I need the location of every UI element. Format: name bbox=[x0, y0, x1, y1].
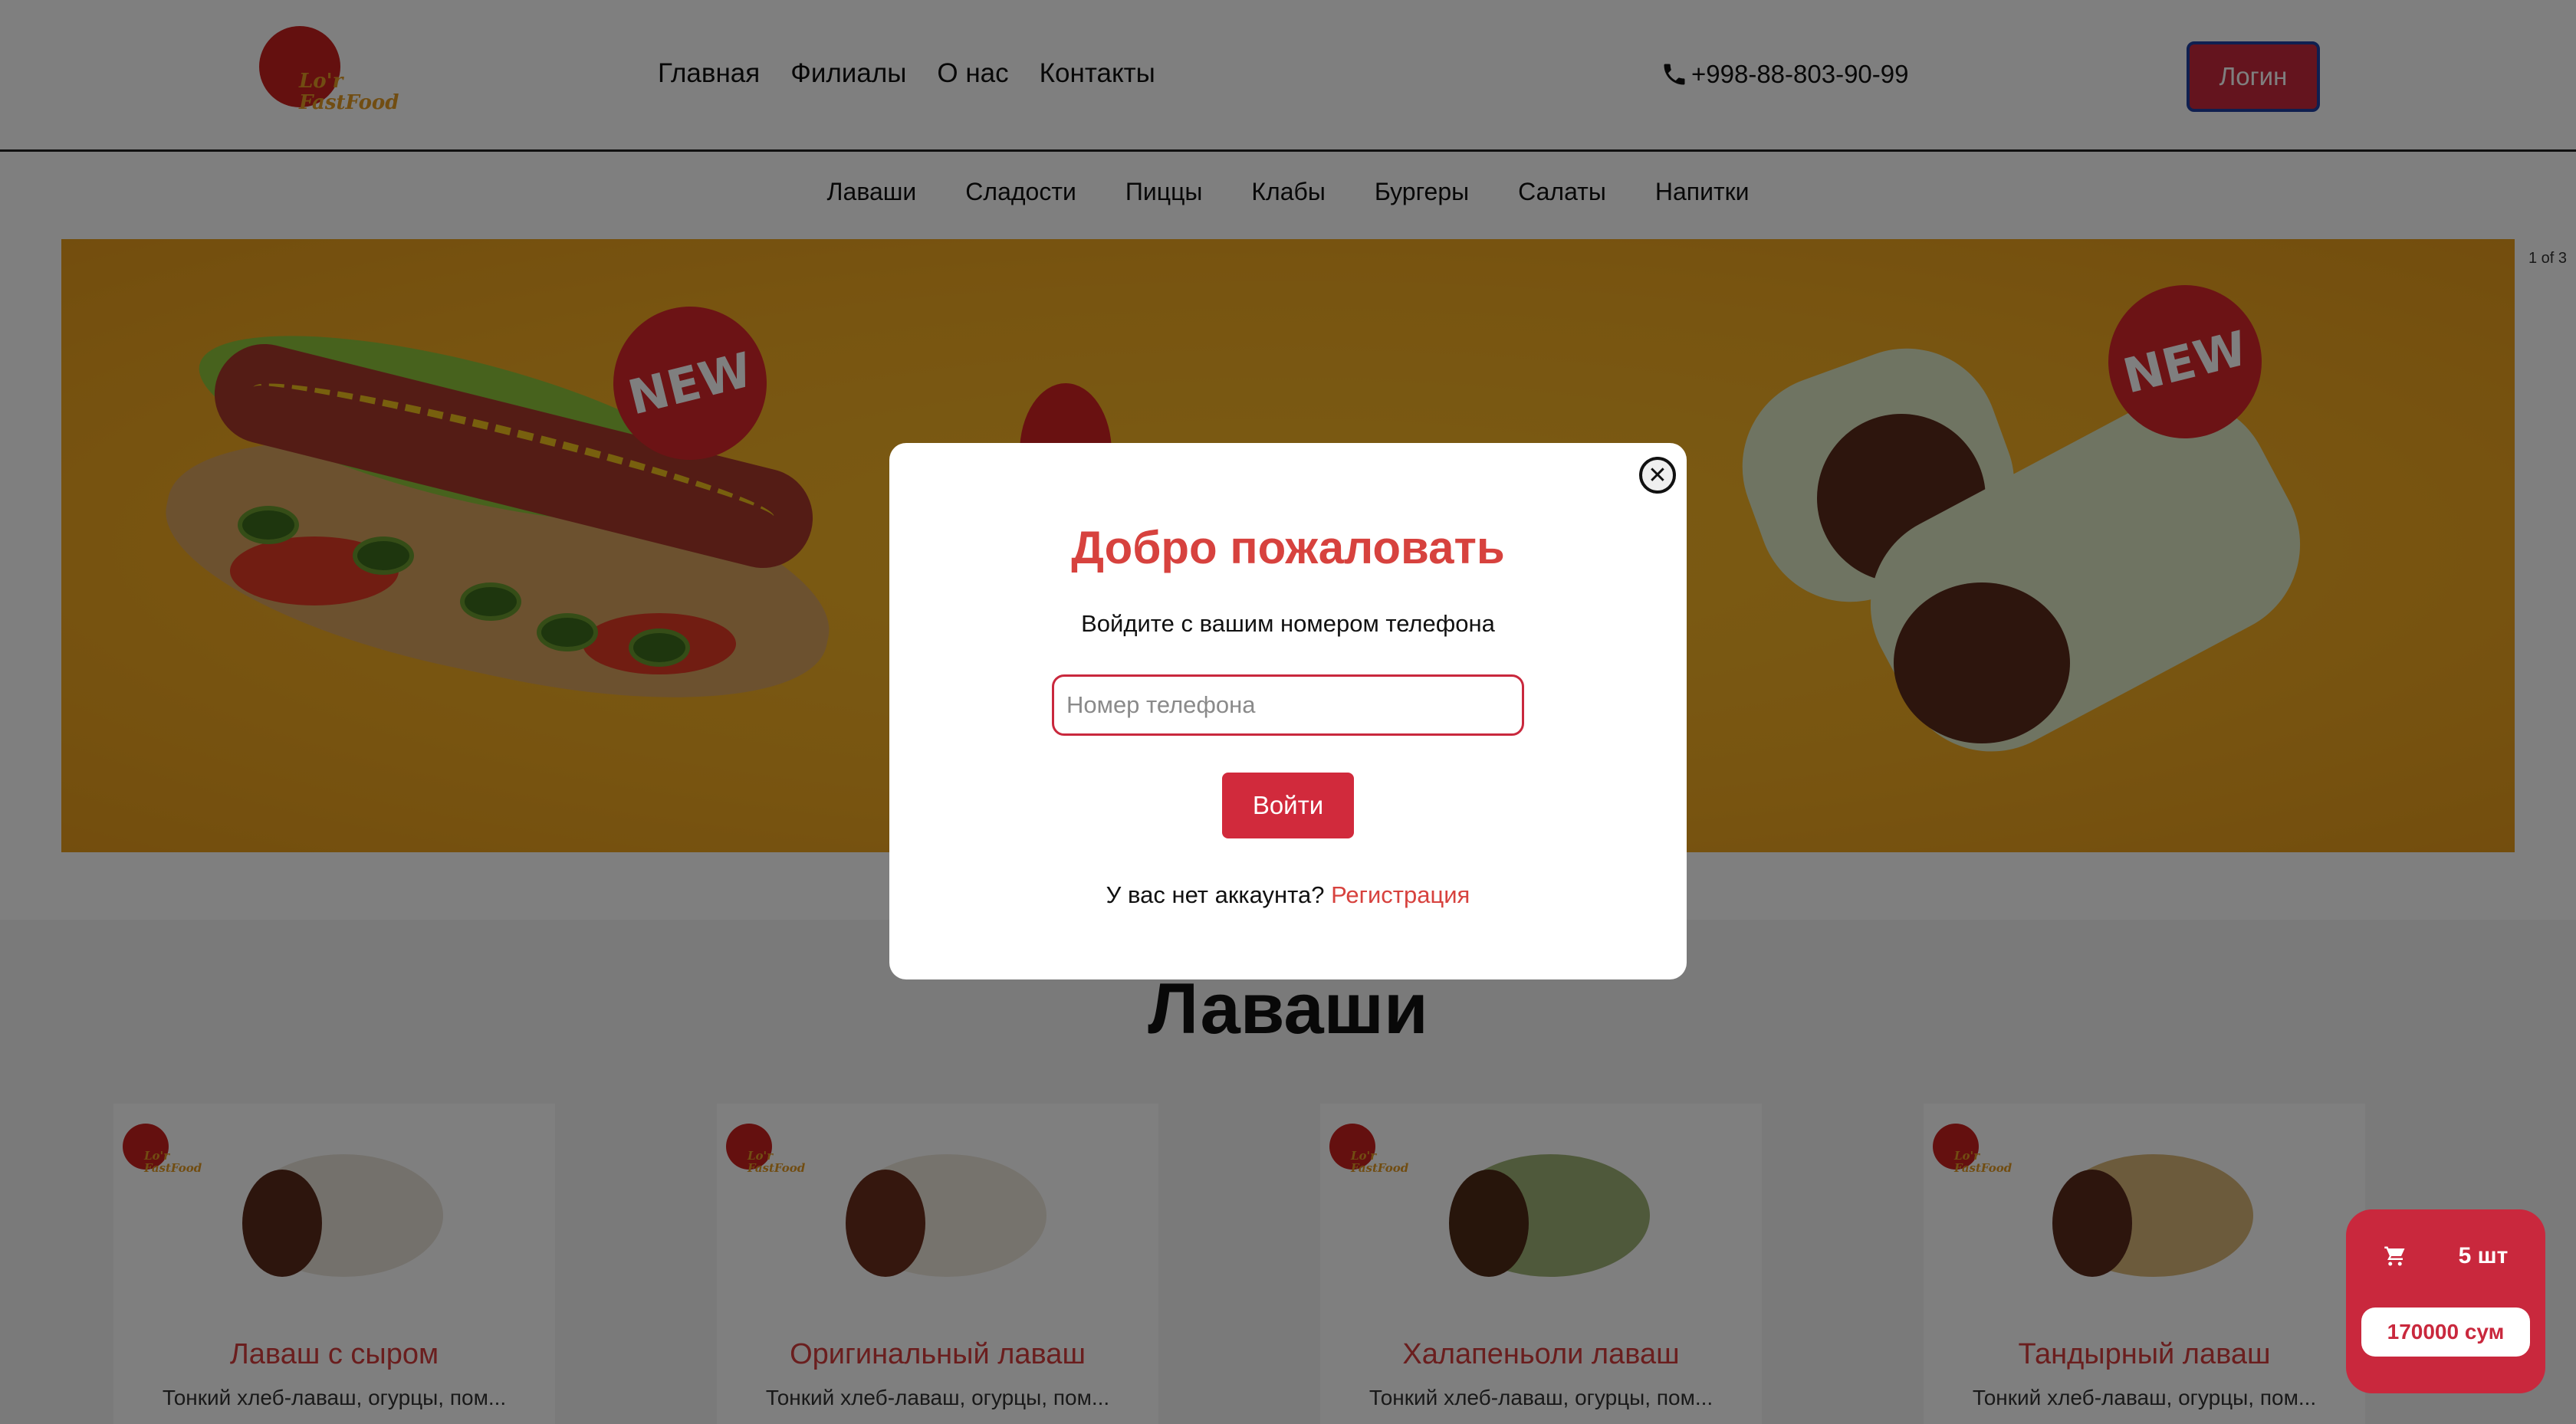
cart-icon bbox=[2384, 1246, 2405, 1266]
phone-number-input[interactable] bbox=[1052, 674, 1524, 736]
login-modal: ✕ Добро пожаловать Войдите с вашим номер… bbox=[889, 443, 1687, 979]
modal-subtitle: Войдите с вашим номером телефона bbox=[1081, 610, 1495, 637]
signup-prompt-text: У вас нет аккаунта? bbox=[1106, 881, 1332, 908]
modal-title: Добро пожаловать bbox=[1071, 522, 1505, 573]
cart-widget[interactable]: 5 шт 170000 сум bbox=[2346, 1209, 2545, 1393]
cart-count: 5 шт bbox=[2458, 1243, 2509, 1268]
signup-link[interactable]: Регистрация bbox=[1331, 881, 1470, 908]
login-submit-button[interactable]: Войти bbox=[1222, 773, 1354, 838]
close-icon: ✕ bbox=[1648, 462, 1668, 488]
close-modal-button[interactable]: ✕ bbox=[1639, 457, 1676, 494]
cart-summary: 5 шт bbox=[2346, 1243, 2545, 1269]
cart-total: 170000 сум bbox=[2361, 1308, 2530, 1357]
signup-prompt: У вас нет аккаунта? Регистрация bbox=[889, 881, 1687, 909]
